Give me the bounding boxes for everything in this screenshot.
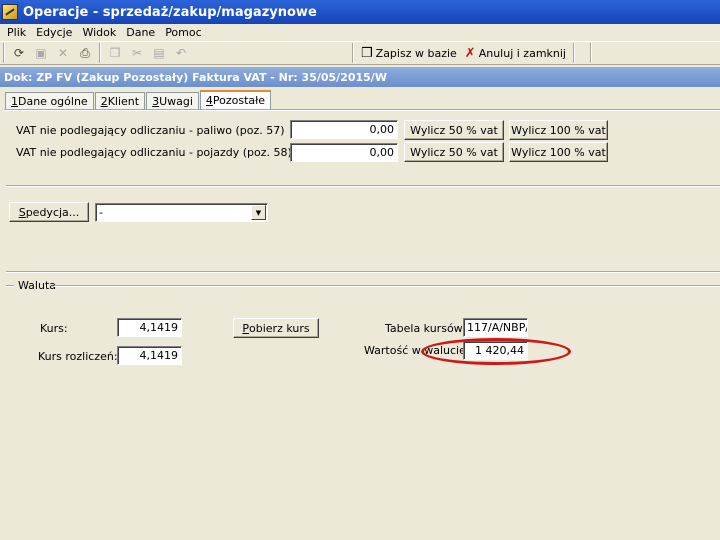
settle-rate-label: Kurs rozliczeń: xyxy=(38,350,118,363)
tab-general[interactable]: 1 Dane ogólne xyxy=(5,92,94,109)
toolbar-separator xyxy=(590,43,592,63)
vat-fuel-calc50-button[interactable]: Wylicz 50 % vat xyxy=(404,120,504,140)
currency-section-label: Waluta xyxy=(18,279,56,292)
print-icon[interactable]: ⎙ xyxy=(74,43,96,63)
vat-fuel-calc100-button[interactable]: Wylicz 100 % vat xyxy=(509,120,608,140)
cancel-icon: ✗ xyxy=(464,45,476,61)
rate-table-field[interactable]: 117/A/NBP/20 xyxy=(463,318,528,337)
save-db-icon: ❒ xyxy=(361,45,373,61)
window-titlebar[interactable]: Operacje - sprzedaż/zakup/magazynowe xyxy=(0,0,720,24)
vat-fuel-field[interactable]: 0,00 xyxy=(290,120,398,139)
document-header-text: Dok: ZP FV (Zakup Pozostały) Faktura VAT… xyxy=(4,70,387,84)
group-frame-line xyxy=(54,285,720,287)
menu-dane[interactable]: Dane xyxy=(121,26,160,39)
refresh-icon[interactable]: ⟳ xyxy=(8,43,30,63)
toolbar-separator xyxy=(352,43,354,63)
shipping-combo-value: - xyxy=(99,206,103,219)
tab-general-label: Dane ogólne xyxy=(18,94,88,108)
menu-pomoc[interactable]: Pomoc xyxy=(160,26,206,39)
save-to-db-label: Zapisz w bazie xyxy=(375,46,457,60)
fetch-rate-button[interactable]: Pobierz kurs xyxy=(233,318,319,338)
tab-client-key: 2 xyxy=(100,94,108,108)
vat-fuel-label: VAT nie podlegający odliczaniu - paliwo … xyxy=(16,124,285,137)
cancel-close-label: Anuluj i zamknij xyxy=(478,46,566,60)
shipping-button-label: pedycja... xyxy=(25,205,80,219)
save-to-db-button[interactable]: ❒ Zapisz w bazie xyxy=(357,43,461,63)
section-divider xyxy=(6,185,720,187)
toolbar-separator xyxy=(3,43,5,63)
menu-widok[interactable]: Widok xyxy=(77,26,121,39)
vat-vehicles-field[interactable]: 0,00 xyxy=(290,143,398,162)
save-icon[interactable]: ▣ xyxy=(30,43,52,63)
toolbar-separator xyxy=(573,43,575,63)
shipping-button-key: S xyxy=(18,205,26,219)
toolbar-separator xyxy=(99,43,101,63)
window-title: Operacje - sprzedaż/zakup/magazynowe xyxy=(23,4,317,20)
tab-notes-label: Uwagi xyxy=(159,94,193,108)
tab-other[interactable]: 4 Pozostałe xyxy=(199,90,272,109)
delete-icon[interactable]: ✕ xyxy=(52,43,74,63)
toolbar: ⟳ ▣ ✕ ⎙ ❐ ✂ ▤ ↶ ❒ Zapisz w bazie ✗ Anulu… xyxy=(0,41,720,65)
tab-strip: 1 Dane ogólne 2 Klient 3 Uwagi 4 Pozosta… xyxy=(5,90,272,109)
settle-rate-field[interactable]: 4,1419 xyxy=(117,346,182,365)
tab-notes[interactable]: 3 Uwagi xyxy=(146,92,199,109)
tab-general-key: 1 xyxy=(11,94,18,108)
shipping-combo[interactable]: - ▼ xyxy=(95,203,268,222)
tab-client-label: Klient xyxy=(107,94,140,108)
tab-other-label: Pozostałe xyxy=(212,94,266,107)
cut-icon[interactable]: ✂ xyxy=(126,43,148,63)
vat-vehicles-label: VAT nie podlegający odliczaniu - pojazdy… xyxy=(16,146,292,159)
fetch-rate-key: P xyxy=(242,321,250,335)
menu-edycje[interactable]: Edycje xyxy=(31,26,77,39)
vat-vehicles-calc100-button[interactable]: Wylicz 100 % vat xyxy=(509,142,608,162)
menu-plik[interactable]: Plik xyxy=(2,26,31,39)
fetch-rate-label: obierz kurs xyxy=(249,321,310,335)
document-header: Dok: ZP FV (Zakup Pozostały) Faktura VAT… xyxy=(0,67,720,87)
cancel-close-button[interactable]: ✗ Anuluj i zamknij xyxy=(461,43,570,63)
section-divider xyxy=(6,271,720,273)
tab-notes-key: 3 xyxy=(152,94,160,108)
rate-field[interactable]: 4,1419 xyxy=(117,318,182,337)
highlight-annotation xyxy=(421,338,571,365)
copy-icon[interactable]: ❐ xyxy=(104,43,126,63)
menu-bar: Plik Edycje Widok Dane Pomoc xyxy=(0,24,720,40)
vat-vehicles-calc50-button[interactable]: Wylicz 50 % vat xyxy=(404,142,504,162)
undo-icon[interactable]: ↶ xyxy=(170,43,192,63)
tab-other-key: 4 xyxy=(205,94,213,107)
rate-table-label: Tabela kursów: xyxy=(385,322,466,335)
tab-client[interactable]: 2 Klient xyxy=(94,92,146,109)
app-icon xyxy=(2,4,18,20)
rate-label: Kurs: xyxy=(40,322,68,335)
group-frame-line xyxy=(6,285,14,287)
shipping-button[interactable]: Spedycja... xyxy=(9,202,89,222)
chevron-down-icon[interactable]: ▼ xyxy=(251,205,266,220)
tab-panel-border xyxy=(4,109,720,111)
paste-icon[interactable]: ▤ xyxy=(148,43,170,63)
